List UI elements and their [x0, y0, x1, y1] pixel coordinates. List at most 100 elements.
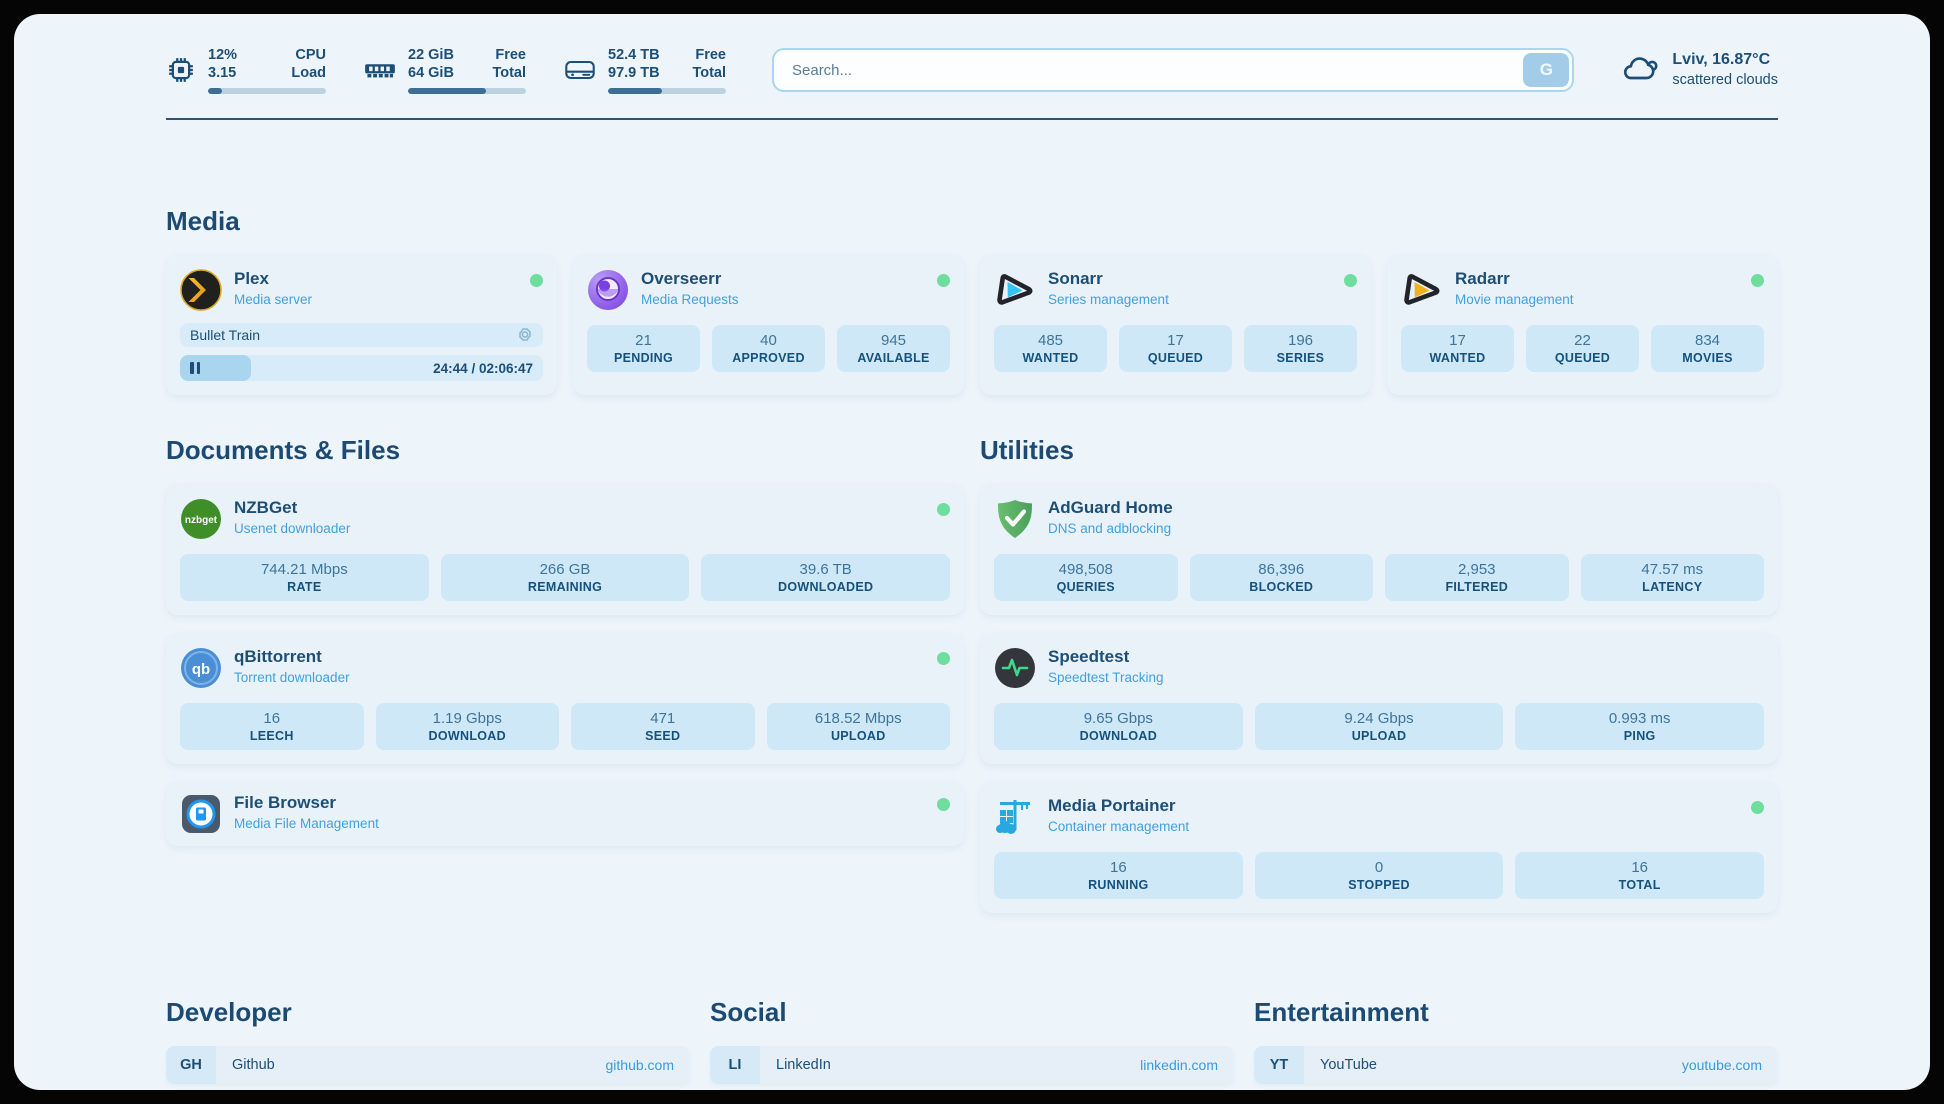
stat-series: 196 SERIES: [1244, 325, 1357, 372]
svg-text:nzbget: nzbget: [185, 515, 218, 526]
stat-latency: 47.57 ms LATENCY: [1581, 554, 1765, 601]
disk-stat-widget: 52.4 TB 97.9 TB Free Total: [564, 46, 726, 94]
app-card-plex[interactable]: Plex Media server Bullet Train 24:44 / 0…: [166, 255, 557, 395]
link-url[interactable]: youtube.com: [1682, 1057, 1762, 1073]
status-dot: [530, 274, 543, 287]
link-linkedin[interactable]: LI LinkedIn linkedin.com: [710, 1046, 1234, 1084]
app-name: Plex: [234, 269, 312, 289]
load-label: Load: [291, 64, 326, 82]
links-column-entertainment: Entertainment YT YouTube youtube.com NF …: [1254, 997, 1778, 1090]
app-card-qbittorrent[interactable]: qb qBittorrent Torrent downloader 16 LEE…: [166, 633, 964, 764]
weather-widget: Lviv, 16.87°C scattered clouds: [1620, 50, 1778, 90]
app-subtitle: Series management: [1048, 292, 1169, 307]
documents-column: Documents & Files nzbget NZBGet Usenet d…: [166, 435, 964, 931]
playback-time: 24:44 / 02:06:47: [433, 361, 533, 376]
window-frame: 12% 3.15 CPU Load: [0, 0, 1944, 1104]
overseerr-icon: [587, 269, 629, 311]
stat-wanted: 17 WANTED: [1401, 325, 1514, 372]
status-dot: [1344, 274, 1357, 287]
utilities-column: Utilities AdGuard Home DNS and: [980, 435, 1778, 931]
cpu-icon: [166, 55, 196, 85]
app-card-filebrowser[interactable]: File Browser Media File Management: [166, 782, 964, 846]
status-dot: [937, 503, 950, 516]
app-name: Overseerr: [641, 269, 739, 289]
links-column-developer: Developer GH Github github.com SO StackO…: [166, 997, 690, 1090]
stat-wanted: 485 WANTED: [994, 325, 1107, 372]
cloud-icon: [1620, 52, 1660, 89]
app-name: File Browser: [234, 793, 379, 813]
search-engine-button[interactable]: G: [1523, 53, 1569, 87]
pause-icon[interactable]: [190, 362, 200, 374]
speedtest-icon: [994, 647, 1036, 689]
app-card-nzbget[interactable]: nzbget NZBGet Usenet downloader 744.21 M…: [166, 484, 964, 615]
app-name: Sonarr: [1048, 269, 1169, 289]
section-title-entertainment: Entertainment: [1254, 997, 1778, 1028]
stat-download: 9.65 Gbps DOWNLOAD: [994, 703, 1243, 750]
app-subtitle: Movie management: [1455, 292, 1574, 307]
disk-free-value: 52.4 TB: [608, 46, 660, 64]
ram-icon: [364, 57, 396, 83]
link-youtube[interactable]: YT YouTube youtube.com: [1254, 1046, 1778, 1084]
stat-seed: 471 SEED: [571, 703, 755, 750]
stat-ping: 0.993 ms PING: [1515, 703, 1764, 750]
link-badge: YT: [1254, 1046, 1304, 1084]
weather-condition: scattered clouds: [1672, 71, 1778, 90]
topbar-divider: [166, 118, 1778, 120]
app-card-portainer[interactable]: Media Portainer Container management 16 …: [980, 782, 1778, 913]
stat-upload: 9.24 Gbps UPLOAD: [1255, 703, 1504, 750]
app-subtitle: Media server: [234, 292, 312, 307]
ram-total-value: 64 GiB: [408, 64, 454, 82]
system-stats: 12% 3.15 CPU Load: [166, 46, 726, 94]
media-card-grid: Plex Media server Bullet Train 24:44 / 0…: [166, 255, 1778, 395]
stat-available: 945 AVAILABLE: [837, 325, 950, 372]
stat-queued: 22 QUEUED: [1526, 325, 1639, 372]
app-card-overseerr[interactable]: Overseerr Media Requests 21 PENDING 40 A…: [573, 255, 964, 395]
cpu-usage-value: 12%: [208, 46, 237, 64]
links-column-social: Social LI LinkedIn linkedin.com TW Twitt…: [710, 997, 1234, 1090]
stat-movies: 834 MOVIES: [1651, 325, 1764, 372]
app-subtitle: Speedtest Tracking: [1048, 670, 1164, 685]
portainer-icon: [994, 796, 1036, 838]
nzbget-icon: nzbget: [180, 498, 222, 540]
status-dot: [937, 274, 950, 287]
app-subtitle: Usenet downloader: [234, 521, 350, 536]
link-github[interactable]: GH Github github.com: [166, 1046, 690, 1084]
plex-progress-bar[interactable]: 24:44 / 02:06:47: [180, 355, 543, 381]
stat-approved: 40 APPROVED: [712, 325, 825, 372]
stat-queries: 498,508 QUERIES: [994, 554, 1178, 601]
app-card-radarr[interactable]: Radarr Movie management 17 WANTED 22 QUE…: [1387, 255, 1778, 395]
stat-queued: 17 QUEUED: [1119, 325, 1232, 372]
link-url[interactable]: linkedin.com: [1140, 1057, 1218, 1073]
status-dot: [937, 652, 950, 665]
player-settings-icon[interactable]: [517, 327, 533, 343]
plex-icon: [180, 269, 222, 311]
link-name: LinkedIn: [776, 1057, 831, 1073]
app-name: AdGuard Home: [1048, 498, 1173, 518]
section-title-utilities: Utilities: [980, 435, 1778, 466]
app-name: Speedtest: [1048, 647, 1164, 667]
stat-rate: 744.21 Mbps RATE: [180, 554, 429, 601]
dashboard-page: 12% 3.15 CPU Load: [14, 14, 1930, 1090]
stat-download: 1.19 Gbps DOWNLOAD: [376, 703, 560, 750]
plex-now-playing-row: Bullet Train: [180, 323, 543, 347]
radarr-icon: [1401, 269, 1443, 311]
ram-free-value: 22 GiB: [408, 46, 454, 64]
link-name: Github: [232, 1057, 275, 1073]
app-card-speedtest[interactable]: Speedtest Speedtest Tracking 9.65 Gbps D…: [980, 633, 1778, 764]
app-card-adguard[interactable]: AdGuard Home DNS and adblocking 498,508 …: [980, 484, 1778, 615]
weather-location-temp: Lviv, 16.87°C: [1672, 50, 1778, 71]
app-card-sonarr[interactable]: Sonarr Series management 485 WANTED 17 Q…: [980, 255, 1371, 395]
disk-icon: [564, 57, 596, 83]
status-dot: [937, 798, 950, 811]
stat-upload: 618.52 Mbps UPLOAD: [767, 703, 951, 750]
link-url[interactable]: github.com: [606, 1057, 674, 1073]
svg-text:qb: qb: [192, 661, 210, 678]
disk-free-label: Free: [692, 46, 726, 64]
search-input[interactable]: [772, 48, 1574, 92]
section-title-media: Media: [166, 206, 1778, 237]
ram-free-label: Free: [492, 46, 526, 64]
link-name: YouTube: [1320, 1057, 1377, 1073]
status-dot: [1751, 274, 1764, 287]
now-playing-title: Bullet Train: [190, 327, 260, 343]
filebrowser-icon: [180, 793, 222, 835]
